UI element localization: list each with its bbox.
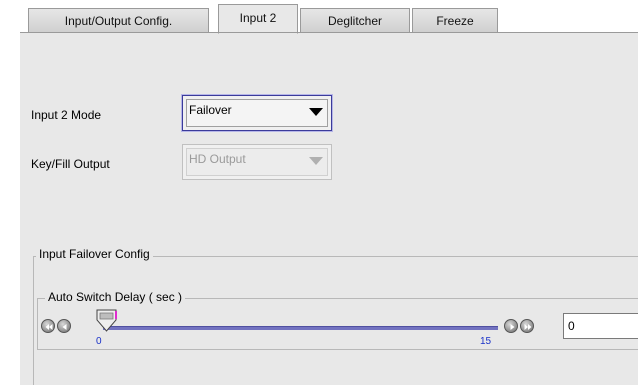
- slider-thumb-icon: [96, 309, 117, 332]
- keyfill-output-dropdown[interactable]: HD Output: [182, 144, 332, 180]
- tab-label: Deglitcher: [327, 14, 383, 28]
- auto-switch-delay-group: [37, 298, 638, 350]
- chevron-down-icon: [309, 157, 323, 165]
- tab-label: Input 2: [239, 11, 277, 25]
- left-arrow-icon: [62, 324, 67, 330]
- step-back-button[interactable]: [57, 319, 71, 333]
- dropdown-value: HD Output: [189, 152, 246, 166]
- chevron-down-icon: [309, 108, 323, 116]
- auto-switch-delay-field[interactable]: [563, 313, 638, 339]
- input-failover-config-title: Input Failover Config: [36, 247, 153, 261]
- input2-mode-label: Input 2 Mode: [31, 108, 102, 122]
- tab-freeze[interactable]: Freeze: [412, 8, 498, 32]
- double-left-icon: [45, 324, 53, 330]
- auto-switch-delay-input[interactable]: [564, 314, 638, 338]
- slider-max-label: 15: [480, 336, 492, 347]
- auto-switch-delay-title: Auto Switch Delay ( sec ): [45, 290, 186, 304]
- tab-divider: [20, 32, 638, 33]
- double-right-icon: [524, 324, 532, 330]
- tab-label: Freeze: [436, 14, 474, 28]
- tab-label: Input/Output Config.: [64, 14, 173, 28]
- slider-track[interactable]: [103, 326, 498, 330]
- skip-to-start-button[interactable]: [41, 319, 55, 333]
- slider-thumb[interactable]: [96, 309, 120, 336]
- step-forward-button[interactable]: [504, 319, 518, 333]
- right-arrow-icon: [510, 324, 515, 330]
- keyfill-output-label: Key/Fill Output: [31, 157, 110, 171]
- tab-deglitcher[interactable]: Deglitcher: [300, 8, 410, 32]
- dropdown-value: Failover: [189, 103, 232, 117]
- input2-mode-dropdown[interactable]: Failover: [182, 95, 332, 131]
- tab-input-2[interactable]: Input 2: [218, 4, 298, 34]
- tab-input-output-config[interactable]: Input/Output Config.: [28, 8, 209, 32]
- skip-to-end-button[interactable]: [520, 319, 534, 333]
- slider-min-label: 0: [96, 336, 102, 347]
